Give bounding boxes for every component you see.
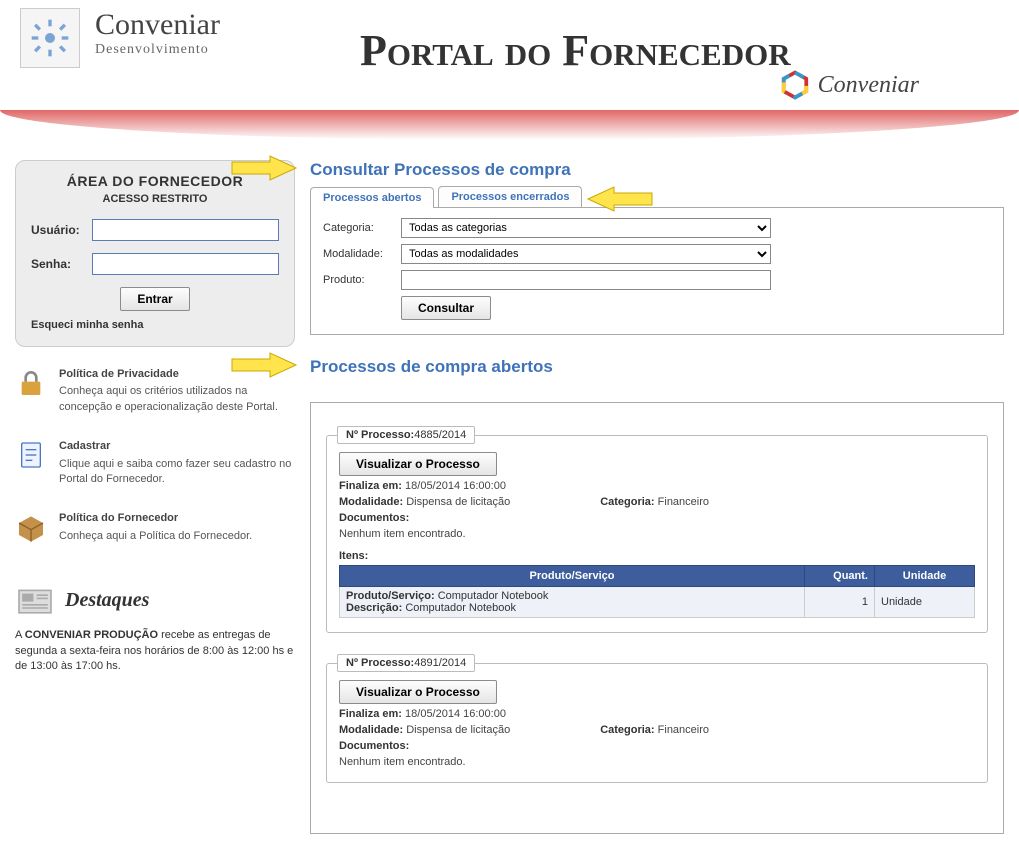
filter-panel: Categoria: Todas as categorias Modalidad…: [310, 208, 1004, 335]
login-box: ÁREA DO FORNECEDOR ACESSO RESTRITO Usuár…: [15, 160, 295, 347]
arrow-annotation-icon: [230, 154, 300, 182]
modalidade-label: Modalidade:: [323, 248, 401, 260]
newspaper-icon: [15, 584, 55, 616]
produto-input[interactable]: [401, 270, 771, 290]
visualizar-button[interactable]: Visualizar o Processo: [339, 452, 497, 476]
produto-label: Produto:: [323, 274, 401, 286]
process-box: Nº Processo:4885/2014 Visualizar o Proce…: [326, 435, 988, 633]
sidebar-item-register[interactable]: CadastrarClique aqui e saiba como fazer …: [15, 439, 295, 487]
username-label: Usuário:: [31, 223, 92, 237]
document-icon: [15, 439, 47, 471]
results-panel: Nº Processo:4885/2014 Visualizar o Proce…: [310, 402, 1004, 834]
col-produto: Produto/Serviço: [340, 566, 805, 587]
table-row: Produto/Serviço: Computador Notebook Des…: [340, 587, 975, 618]
arrow-annotation-icon: [230, 351, 300, 379]
process-legend: Nº Processo:4891/2014: [337, 654, 475, 672]
conveniar-logo: Conveniar: [780, 70, 919, 100]
login-button[interactable]: Entrar: [120, 287, 189, 311]
header: Conveniar Desenvolvimento Portal do Forn…: [0, 0, 1019, 140]
sidebar-item-policy[interactable]: Política do FornecedorConheça aqui a Pol…: [15, 511, 295, 544]
modalidade-select[interactable]: Todas as modalidades: [401, 244, 771, 264]
password-label: Senha:: [31, 257, 92, 271]
tab-open[interactable]: Processos abertos: [310, 187, 434, 208]
process-legend: Nº Processo:4885/2014: [337, 426, 475, 444]
consult-title: Consultar Processos de compra: [310, 160, 1004, 180]
portal-title: Portal do Fornecedor: [360, 25, 791, 76]
brand-name: Conveniar: [95, 8, 220, 42]
results-title: Processos de compra abertos: [310, 357, 1004, 377]
box-icon: [15, 511, 47, 543]
header-curve: [0, 110, 1019, 140]
categoria-select[interactable]: Todas as categorias: [401, 218, 771, 238]
gear-icon: [20, 8, 80, 68]
password-input[interactable]: [92, 253, 279, 275]
process-box: Nº Processo:4891/2014 Visualizar o Proce…: [326, 663, 988, 783]
arrow-annotation-icon: [584, 185, 654, 213]
destaques-heading: Destaques: [15, 584, 295, 616]
tab-closed[interactable]: Processos encerrados: [438, 186, 582, 207]
forgot-password-link[interactable]: Esqueci minha senha: [31, 319, 279, 331]
destaques-body: A CONVENIAR PRODUÇÃO recebe as entregas …: [15, 628, 295, 674]
lock-icon: [15, 367, 47, 399]
login-subtitle: ACESSO RESTRITO: [31, 193, 279, 205]
brand-subtitle: Desenvolvimento: [95, 42, 220, 58]
col-unidade: Unidade: [875, 566, 975, 587]
consultar-button[interactable]: Consultar: [401, 296, 491, 320]
username-input[interactable]: [92, 219, 279, 241]
col-quant: Quant.: [805, 566, 875, 587]
tabs: Processos abertos Processos encerrados: [310, 186, 1004, 208]
visualizar-button[interactable]: Visualizar o Processo: [339, 680, 497, 704]
categoria-label: Categoria:: [323, 222, 401, 234]
itens-table: Produto/Serviço Quant. Unidade Produto/S…: [339, 565, 975, 618]
